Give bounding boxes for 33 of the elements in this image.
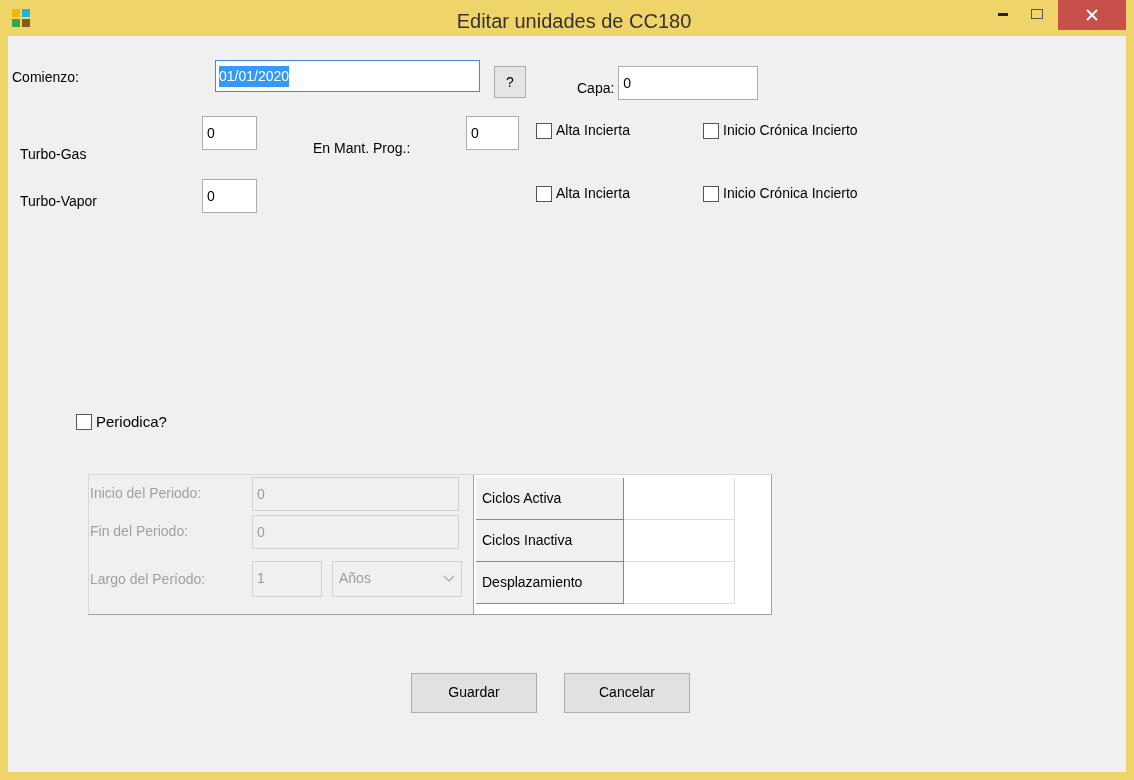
field-label: Largo del Período: <box>90 569 207 589</box>
grid-cell[interactable] <box>624 561 735 604</box>
field-label: Turbo-Vapor <box>20 192 99 211</box>
field-label: Inicio del Periodo: <box>90 483 203 503</box>
field-label: En Mant. Prog.: <box>313 139 412 158</box>
text-field[interactable]: 0 <box>618 66 759 100</box>
minimize-icon <box>998 12 1008 16</box>
row-header: Desplazamiento <box>476 561 624 604</box>
close-button[interactable] <box>1058 0 1126 30</box>
field-label: Fin del Periodo: <box>90 521 190 541</box>
checkbox[interactable]: Alta Incierta <box>536 120 703 141</box>
field-label: Turbo-Gas <box>20 145 88 164</box>
app-icon <box>12 9 30 27</box>
chevron-down-icon <box>443 574 455 583</box>
field-label: Capa: <box>577 79 615 98</box>
checkbox[interactable]: Inicio Crónica Incierto <box>703 183 858 204</box>
text-field[interactable]: 0 <box>466 116 519 150</box>
maximize-icon <box>1031 9 1043 19</box>
grid-cell[interactable] <box>624 477 735 520</box>
help-button[interactable]: ? <box>494 66 526 98</box>
field-label: Comienzo: <box>12 68 80 87</box>
window-title: Editar unidades de CC180 <box>456 9 692 34</box>
checkbox[interactable]: Periodica? <box>76 411 167 434</box>
dialog-button[interactable]: Guardar <box>411 672 537 713</box>
row-header: Ciclos Inactiva <box>476 519 624 562</box>
dialog-button[interactable]: Cancelar <box>564 672 690 713</box>
checkbox[interactable]: Alta Incierta <box>536 183 703 204</box>
checkbox[interactable]: Inicio Crónica Incierto <box>703 120 858 141</box>
text-field[interactable]: 0 <box>202 116 257 150</box>
close-icon <box>1086 9 1098 21</box>
grid-cell[interactable] <box>624 519 735 562</box>
text-field[interactable]: 0 <box>202 179 257 213</box>
row-header: Ciclos Activa <box>476 477 624 520</box>
